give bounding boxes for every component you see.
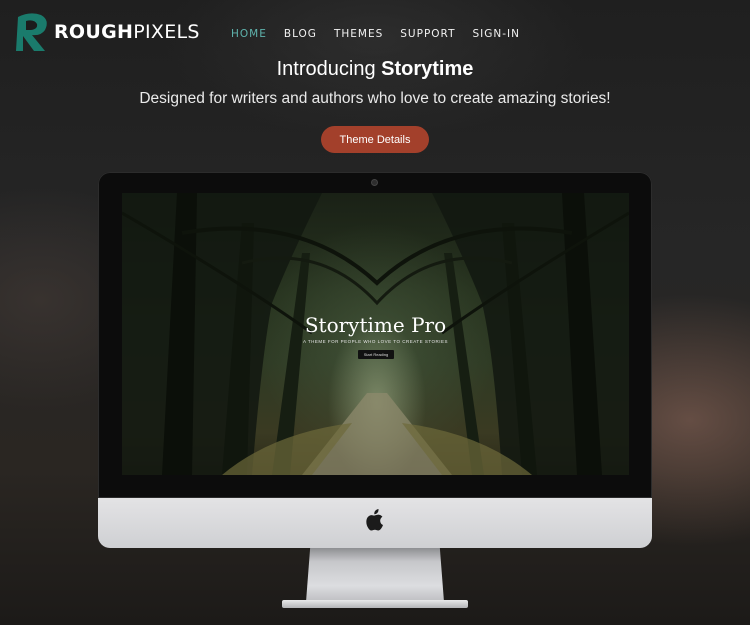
roughpixels-logo-icon	[16, 13, 47, 51]
hero-title: Introducing Storytime	[276, 58, 474, 80]
theme-details-button[interactable]: Theme Details	[321, 126, 429, 153]
preview-start-reading-button: Start Reading	[358, 350, 394, 359]
camera-icon	[371, 179, 378, 186]
nav-support[interactable]: SUPPORT	[400, 28, 455, 40]
site-logo[interactable]: ROUGHPIXELS	[14, 11, 200, 53]
imac-stand	[306, 548, 444, 602]
preview-tagline: A THEME FOR PEOPLE WHO LOVE TO CREATE ST…	[302, 339, 449, 344]
apple-icon	[366, 509, 383, 531]
nav-sign-in[interactable]: SIGN-IN	[473, 28, 521, 40]
logo-wordmark: ROUGHPIXELS	[54, 20, 200, 43]
hero-subtitle: Designed for writers and authors who lov…	[139, 90, 611, 107]
theme-preview-screen: Storytime Pro A THEME FOR PEOPLE WHO LOV…	[122, 193, 629, 475]
nav-themes[interactable]: THEMES	[334, 28, 383, 40]
nav-blog[interactable]: BLOG	[284, 28, 317, 40]
preview-title: Storytime Pro	[304, 313, 447, 337]
imac-stand-base	[282, 600, 468, 608]
nav-home[interactable]: HOME	[231, 28, 267, 40]
main-nav: HOME BLOG THEMES SUPPORT SIGN-IN	[231, 28, 537, 40]
